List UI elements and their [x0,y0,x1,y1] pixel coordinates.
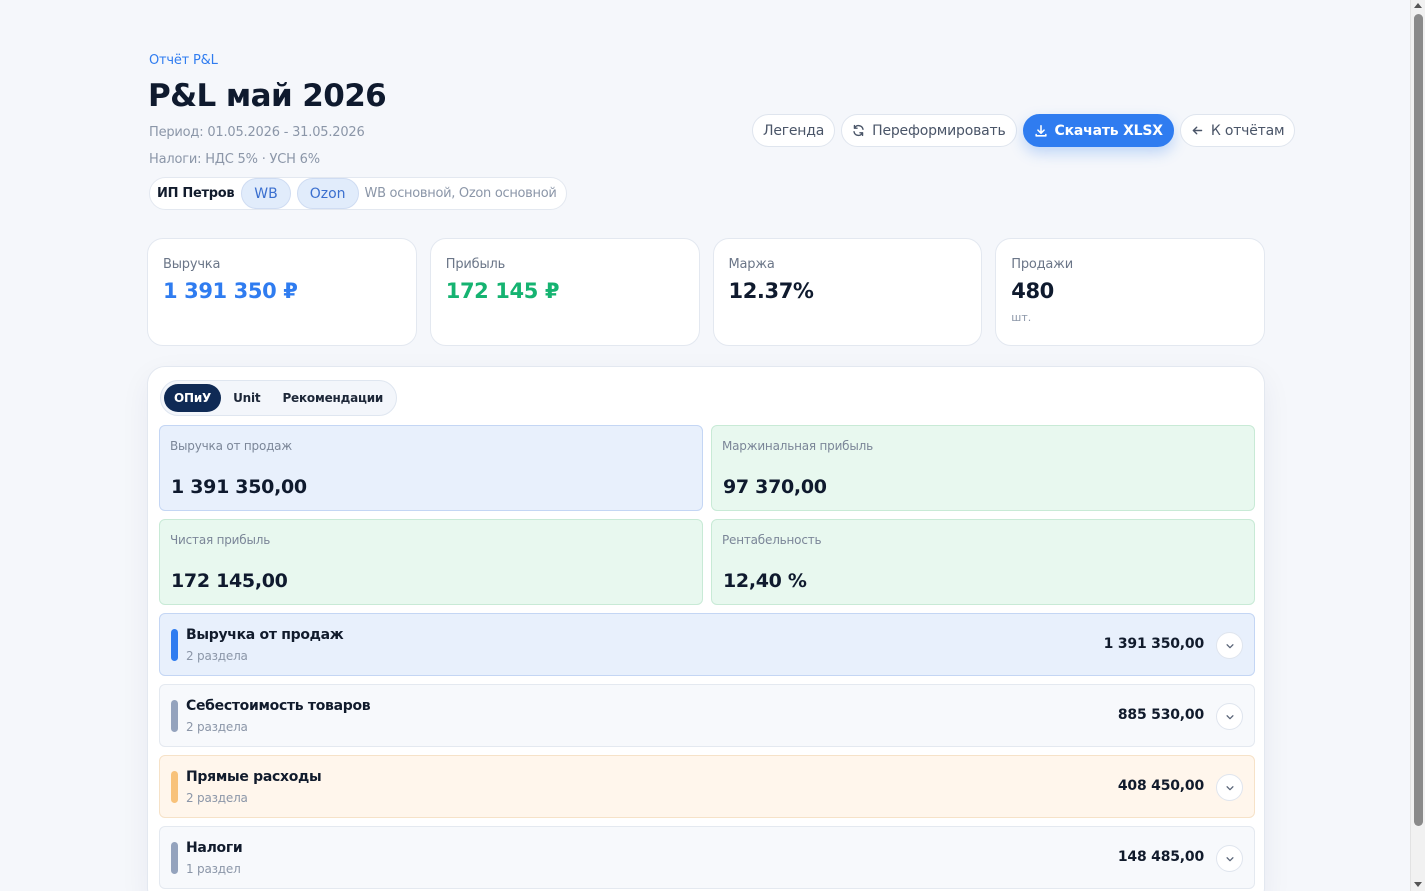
tab-recommendations[interactable]: Рекомендации [272,384,393,412]
kpi-value: 480 [1011,279,1054,303]
section-value: 148 485,00 [1117,849,1204,865]
summary-card-marginal-profit: Маржинальная прибыль 97 370,00 [711,425,1255,511]
kpi-label: Маржа [728,257,775,272]
kpi-label: Выручка [163,257,221,272]
report-tabs: ОПиУ Unit Рекомендации [160,380,398,416]
summary-value: 1 391 350,00 [171,476,307,498]
download-xlsx-button-label: Скачать XLSX [1054,122,1164,139]
section-accent-bar [171,842,178,874]
section-row-direct-costs[interactable]: Прямые расходы 2 раздела 408 450,00 [159,755,1255,818]
chevron-down-icon[interactable] [1216,845,1243,872]
summary-value: 97 370,00 [723,476,827,498]
kpi-card-profit: Прибыль 172 145 ₽ [429,238,700,346]
scrollbar-thumb[interactable] [1414,14,1423,826]
arrow-left-icon [1191,124,1204,137]
marketplace-chip-ozon: Ozon [296,178,359,209]
download-icon [1034,124,1048,138]
section-subtitle: 2 раздела [186,649,248,663]
section-value: 885 530,00 [1117,707,1204,723]
summary-label: Рентабельность [722,533,822,547]
section-accent-bar [171,700,178,732]
kpi-value: 1 391 350 ₽ [163,279,298,303]
kpi-unit: шт. [1011,311,1032,324]
chevron-down-icon[interactable] [1216,703,1243,730]
section-value: 1 391 350,00 [1103,636,1205,652]
kpi-cards: Выручка 1 391 350 ₽ Прибыль 172 145 ₽ Ма… [147,238,1265,346]
entity-bar: ИП Петров WB Ozon WB основной, Ozon осно… [149,177,567,210]
kpi-card-sales: Продажи 480 шт. [995,238,1265,346]
summary-card-net-profit: Чистая прибыль 172 145,00 [159,519,703,605]
section-row-cogs[interactable]: Себестоимость товаров 2 раздела 885 530,… [159,684,1255,747]
summary-value: 172 145,00 [171,570,288,592]
accounts-label: WB основной, Ozon основной [364,186,557,201]
pl-sections: Выручка от продаж 2 раздела 1 391 350,00… [159,613,1255,889]
breadcrumb[interactable]: Отчёт P&L [149,53,218,68]
kpi-label: Прибыль [445,257,506,272]
kpi-card-revenue: Выручка 1 391 350 ₽ [147,238,417,346]
summary-label: Чистая прибыль [170,533,271,547]
section-title: Прямые расходы [186,769,322,785]
kpi-value: 172 145 ₽ [445,279,560,303]
section-value: 408 450,00 [1117,778,1204,794]
section-row-taxes[interactable]: Налоги 1 раздел 148 485,00 [159,826,1255,889]
back-to-reports-button-label: К отчётам [1210,122,1285,139]
summary-label: Выручка от продаж [170,439,292,453]
kpi-card-margin: Маржа 12.37% [712,238,983,346]
reform-button[interactable]: Переформировать [841,114,1017,147]
entity-name: ИП Петров [157,186,235,201]
scroll-up-arrow-icon[interactable] [1414,3,1422,8]
kpi-value: 12.37% [728,279,814,303]
summary-card-profitability: Рентабельность 12,40 % [711,519,1255,605]
section-row-revenue[interactable]: Выручка от продаж 2 раздела 1 391 350,00 [159,613,1255,676]
section-accent-bar [171,629,178,661]
scroll-down-arrow-icon[interactable] [1414,882,1422,887]
tab-opiu[interactable]: ОПиУ [164,384,222,412]
marketplace-chip-wb: WB [241,178,291,209]
section-subtitle: 2 раздела [186,720,248,734]
section-accent-bar [171,771,178,803]
summary-label: Маржинальная прибыль [722,439,873,453]
reform-button-label: Переформировать [872,122,1006,139]
kpi-label: Продажи [1011,257,1073,272]
download-xlsx-button[interactable]: Скачать XLSX [1022,114,1174,147]
chevron-down-icon[interactable] [1216,774,1243,801]
legend-button[interactable]: Легенда [752,114,836,147]
back-to-reports-button[interactable]: К отчётам [1179,114,1296,147]
section-title: Себестоимость товаров [186,698,371,714]
chevron-down-icon[interactable] [1216,632,1243,659]
section-subtitle: 2 раздела [186,791,248,805]
page-title: P&L май 2026 [148,78,387,114]
section-title: Выручка от продаж [186,627,344,643]
section-title: Налоги [186,840,243,856]
report-taxes: Налоги: НДС 5% · УСН 6% [149,152,320,167]
summary-grid: Выручка от продаж 1 391 350,00 Маржиналь… [159,425,1255,605]
summary-value: 12,40 % [723,570,807,592]
header-actions: Легенда Переформировать Скачать XLSX К о… [752,114,1296,147]
summary-card-revenue: Выручка от продаж 1 391 350,00 [159,425,703,511]
refresh-icon [852,124,865,137]
report-panel: ОПиУ Unit Рекомендации Выручка от продаж… [147,366,1265,891]
section-subtitle: 1 раздел [186,862,241,876]
legend-button-label: Легенда [763,122,825,139]
tab-unit[interactable]: Unit [223,384,270,412]
vertical-scrollbar[interactable] [1410,0,1425,891]
report-period: Период: 01.05.2026 - 31.05.2026 [149,125,365,140]
